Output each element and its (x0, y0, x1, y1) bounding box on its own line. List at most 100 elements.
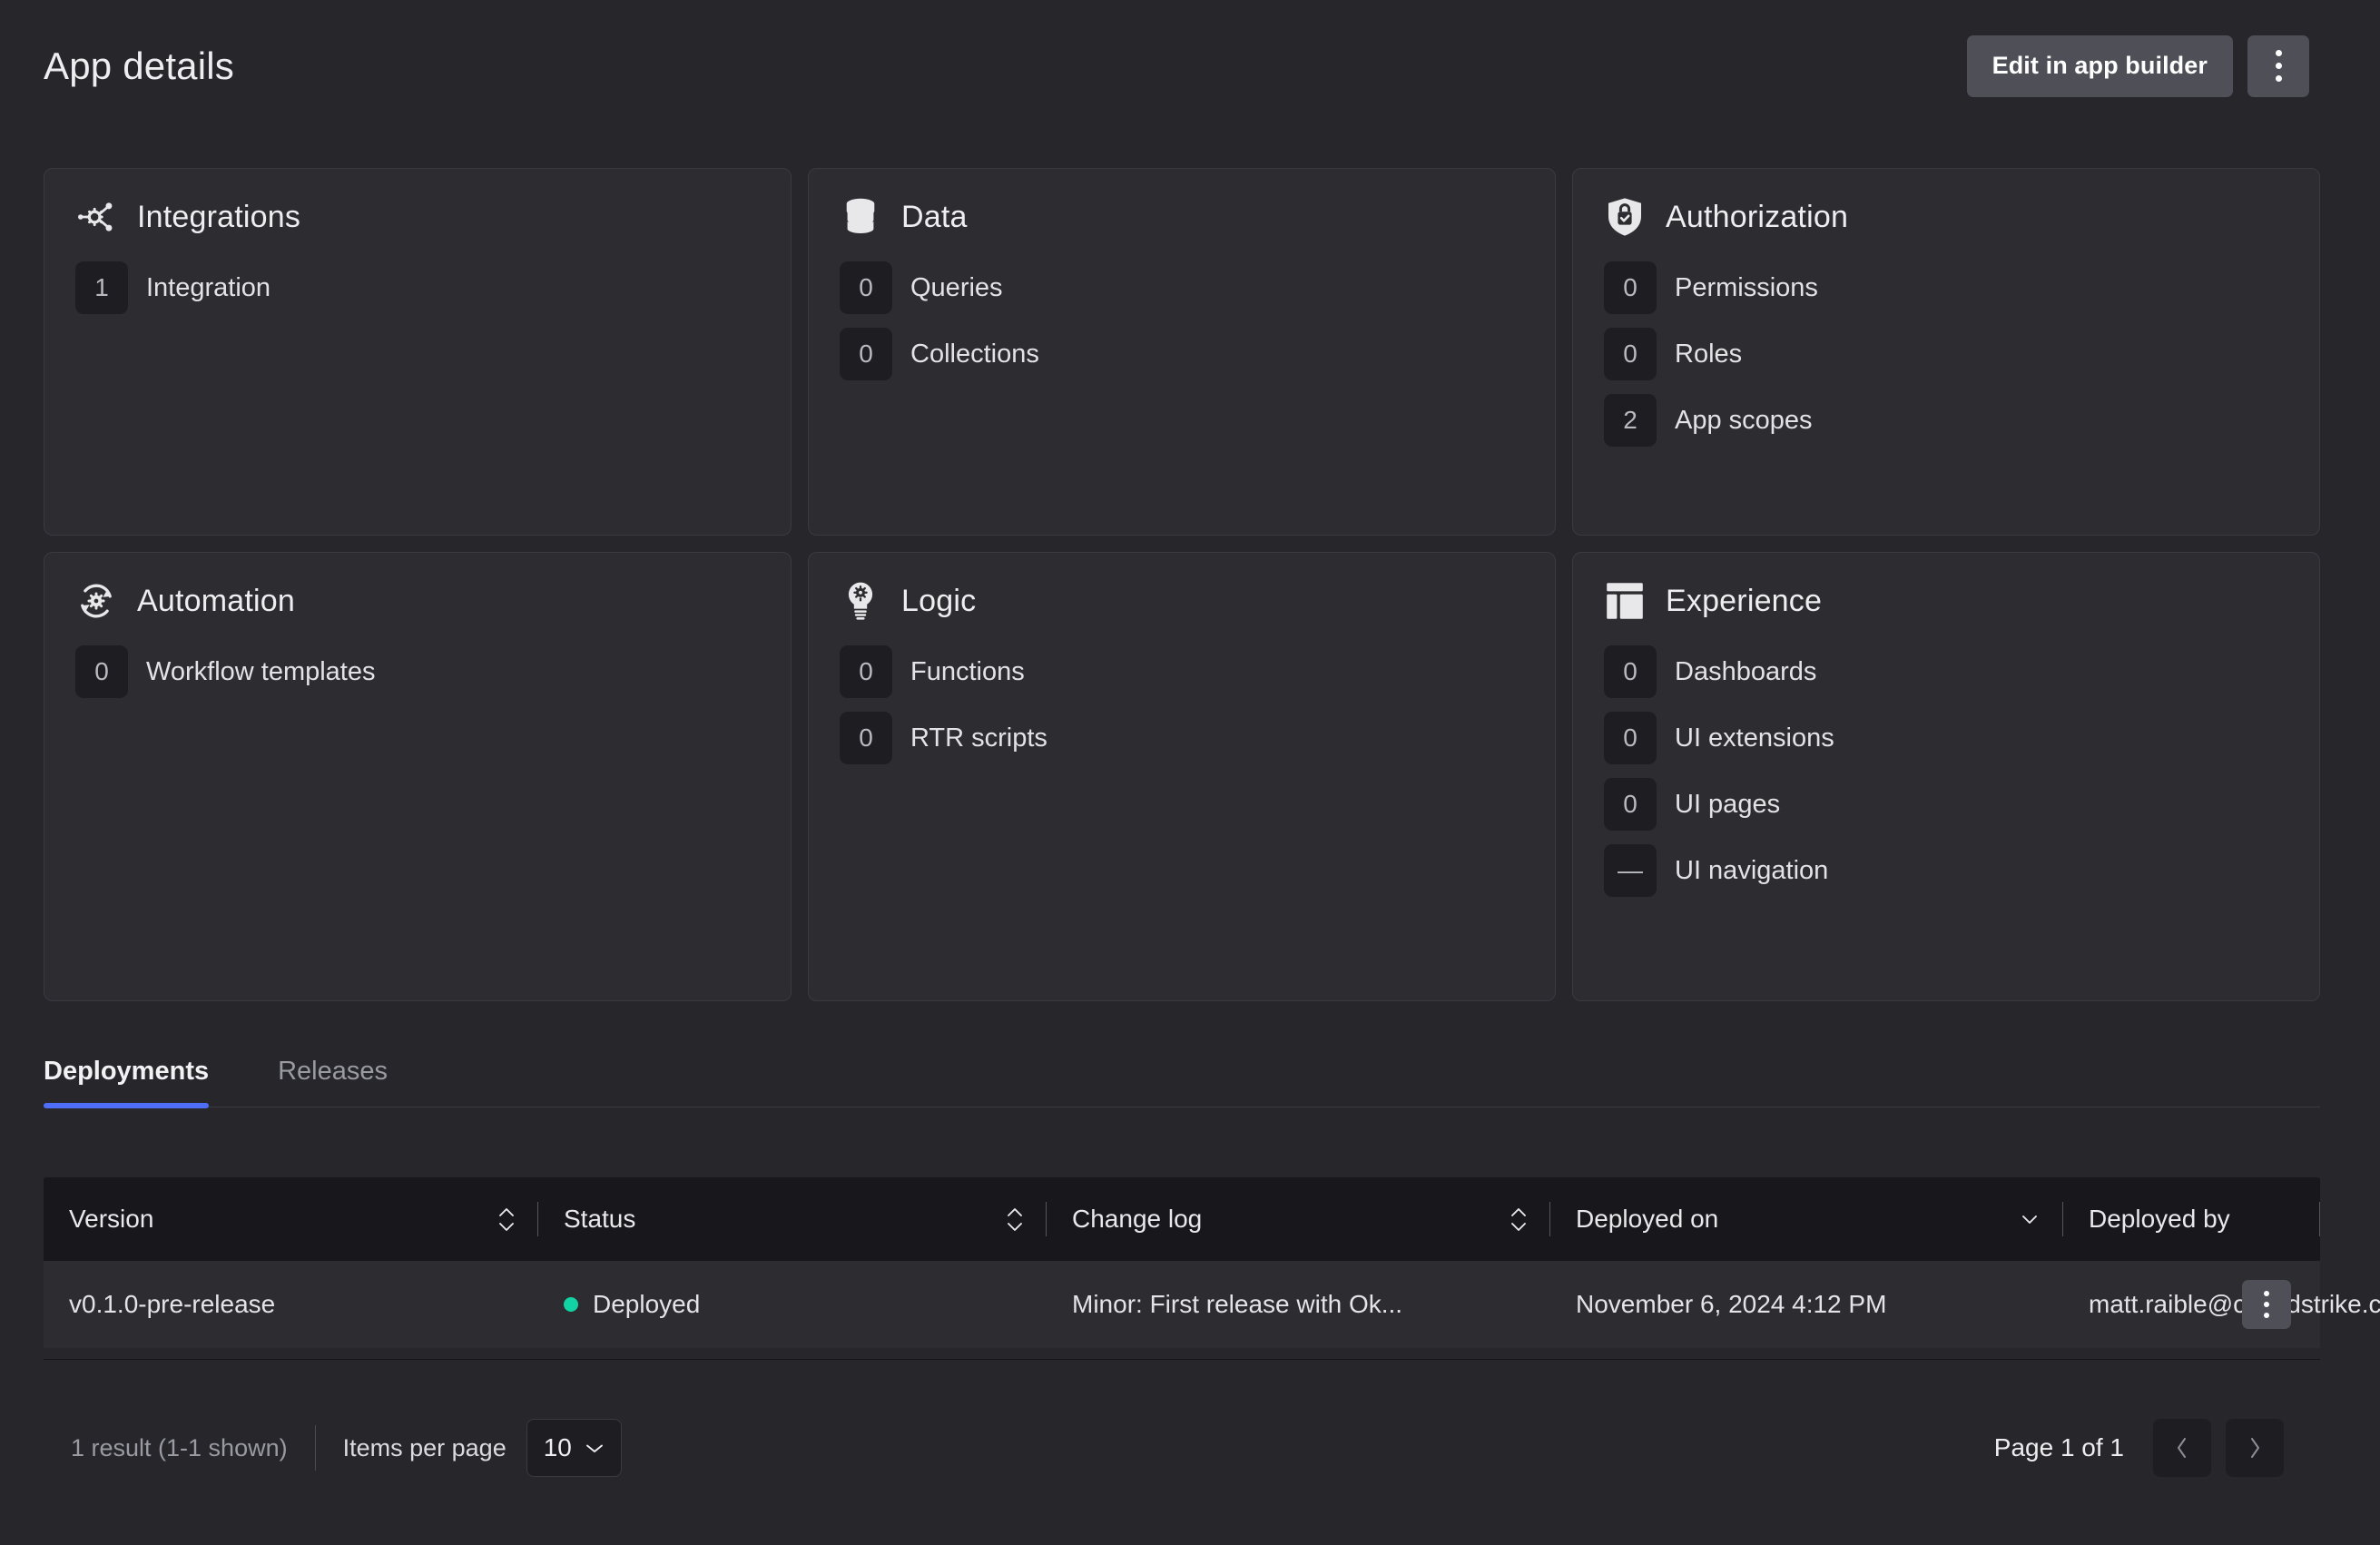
stat-label: UI pages (1675, 790, 1780, 820)
column-header-status[interactable]: Status (538, 1177, 1047, 1261)
shield-lock-icon (1604, 196, 1646, 238)
sort-descending-icon[interactable] (2019, 1213, 2041, 1225)
tab-releases[interactable]: Releases (249, 1057, 417, 1107)
status-label: Deployed (593, 1290, 700, 1319)
stat-label: Dashboards (1675, 657, 1816, 687)
stat-row[interactable]: 0 Dashboards (1604, 645, 2288, 698)
column-header-version[interactable]: Version (44, 1177, 538, 1261)
stat-label: Permissions (1675, 273, 1818, 303)
page-indicator: Page 1 of 1 (1994, 1433, 2124, 1462)
card-header: Integrations (75, 196, 760, 238)
card-header: Automation (75, 580, 760, 622)
status-dot-icon (564, 1297, 578, 1312)
row-actions-kebab-button[interactable] (2242, 1280, 2291, 1329)
stat-count: 0 (1604, 261, 1657, 314)
sort-toggle-icon[interactable] (497, 1207, 516, 1232)
page-header: App details Edit in app builder (0, 0, 2380, 132)
card-header: Logic (840, 580, 1524, 622)
stat-count: 0 (840, 328, 892, 380)
card-title: Experience (1666, 584, 1822, 619)
tab-bar: Deployments Releases (44, 1039, 2320, 1107)
chevron-right-icon (2247, 1436, 2262, 1460)
card-header: Authorization (1604, 196, 2288, 238)
column-header-deployed-by[interactable]: Deployed by (2063, 1177, 2320, 1261)
card-automation: Automation 0 Workflow templates (44, 552, 792, 1001)
stat-label: RTR scripts (910, 723, 1047, 753)
stat-row[interactable]: 0 Roles (1604, 328, 2288, 380)
summary-cards-grid: Integrations 1 Integration Data (44, 168, 2320, 1001)
stat-count: 0 (840, 645, 892, 698)
stat-count: 0 (1604, 645, 1657, 698)
page-title: App details (44, 44, 234, 88)
stat-label: App scopes (1675, 406, 1813, 436)
automation-gear-icon (75, 580, 117, 622)
stat-row[interactable]: 0 Permissions (1604, 261, 2288, 314)
previous-page-button[interactable] (2153, 1419, 2211, 1477)
header-actions: Edit in app builder (1967, 35, 2309, 97)
pagination-bar: 1 result (1-1 shown) Items per page 10 P… (44, 1398, 2320, 1498)
column-header-change-log[interactable]: Change log (1047, 1177, 1550, 1261)
stat-label: Collections (910, 340, 1039, 369)
kebab-dot-icon (2276, 75, 2282, 82)
table-header-row: Version Status Change log (44, 1177, 2320, 1261)
kebab-dot-icon (2276, 50, 2282, 56)
card-logic: Logic 0 Functions 0 RTR scripts (808, 552, 1556, 1001)
app-details-page: App details Edit in app builder (0, 0, 2380, 1545)
stat-count: 0 (1604, 328, 1657, 380)
stat-row[interactable]: 0 UI pages (1604, 778, 2288, 831)
stat-row[interactable]: 0 Queries (840, 261, 1524, 314)
pagination-left: 1 result (1-1 shown) Items per page 10 (71, 1419, 622, 1477)
stat-row[interactable]: 0 RTR scripts (840, 712, 1524, 764)
kebab-dot-icon (2264, 1313, 2269, 1318)
card-authorization: Authorization 0 Permissions 0 Roles 2 Ap… (1572, 168, 2320, 536)
column-label: Deployed by (2089, 1205, 2319, 1234)
stat-label: Queries (910, 273, 1003, 303)
stat-count: 2 (1604, 394, 1657, 447)
column-label: Status (564, 1205, 1006, 1234)
items-per-page-label: Items per page (316, 1434, 526, 1462)
table-body: v0.1.0-pre-release Deployed Minor: First… (44, 1261, 2320, 1348)
stat-count: 0 (840, 712, 892, 764)
sort-toggle-icon[interactable] (1510, 1207, 1528, 1232)
card-experience: Experience 0 Dashboards 0 UI extensions … (1572, 552, 2320, 1001)
tab-deployments[interactable]: Deployments (44, 1057, 249, 1107)
database-icon (840, 196, 881, 238)
card-data: Data 0 Queries 0 Collections (808, 168, 1556, 536)
card-header: Experience (1604, 580, 2288, 622)
next-page-button[interactable] (2226, 1419, 2284, 1477)
stat-count: 0 (840, 261, 892, 314)
kebab-dot-icon (2264, 1302, 2269, 1307)
layout-icon (1604, 580, 1646, 622)
column-divider (2319, 1202, 2320, 1236)
stat-label: UI extensions (1675, 723, 1834, 753)
stat-row[interactable]: 0 Functions (840, 645, 1524, 698)
stat-label: Integration (146, 273, 270, 303)
sort-toggle-icon[interactable] (1006, 1207, 1024, 1232)
stat-row[interactable]: 0 Workflow templates (75, 645, 760, 698)
card-title: Data (901, 200, 968, 235)
stat-row[interactable]: 2 App scopes (1604, 394, 2288, 447)
header-kebab-button[interactable] (2247, 35, 2309, 97)
stat-row[interactable]: 0 UI extensions (1604, 712, 2288, 764)
result-count: 1 result (1-1 shown) (71, 1434, 315, 1462)
stat-label: Functions (910, 657, 1025, 687)
stat-count: — (1604, 844, 1657, 897)
table-row[interactable]: v0.1.0-pre-release Deployed Minor: First… (44, 1261, 2320, 1348)
cell-deployed-on: November 6, 2024 4:12 PM (1550, 1261, 2063, 1348)
integrations-icon (75, 196, 117, 238)
stat-label: Workflow templates (146, 657, 376, 687)
chevron-left-icon (2175, 1436, 2189, 1460)
column-header-deployed-on[interactable]: Deployed on (1550, 1177, 2063, 1261)
items-per-page-select[interactable]: 10 (526, 1419, 622, 1477)
card-header: Data (840, 196, 1524, 238)
stat-label: Roles (1675, 340, 1742, 369)
column-label: Change log (1072, 1205, 1510, 1234)
stat-row[interactable]: 1 Integration (75, 261, 760, 314)
stat-row[interactable]: — UI navigation (1604, 844, 2288, 897)
cell-version: v0.1.0-pre-release (44, 1261, 538, 1348)
edit-in-app-builder-button[interactable]: Edit in app builder (1967, 35, 2233, 97)
cell-change-log: Minor: First release with Ok... (1047, 1261, 1550, 1348)
stat-row[interactable]: 0 Collections (840, 328, 1524, 380)
stat-count: 1 (75, 261, 128, 314)
stat-count: 0 (1604, 778, 1657, 831)
